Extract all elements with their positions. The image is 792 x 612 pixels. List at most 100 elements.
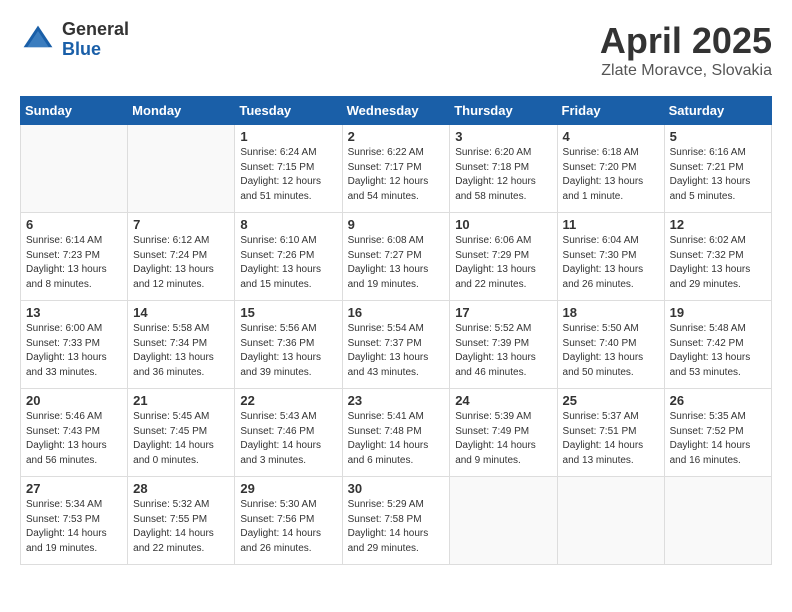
calendar-table: SundayMondayTuesdayWednesdayThursdayFrid… bbox=[20, 96, 772, 565]
day-info: Sunrise: 5:48 AM Sunset: 7:42 PM Dayligh… bbox=[670, 322, 766, 380]
calendar-cell: 6Sunrise: 6:14 AM Sunset: 7:23 PM Daylig… bbox=[21, 213, 128, 301]
calendar-cell: 22 Sunrise: 5:43 AM Sunset: 7:46 PM Dayli… bbox=[235, 389, 342, 477]
calendar-cell: 28Sunrise: 5:32 AM Sunset: 7:55 PM Dayli… bbox=[128, 477, 235, 565]
day-number: 17 bbox=[455, 305, 551, 320]
page-header: General Blue April 2025 Zlate Moravce, S… bbox=[20, 20, 772, 80]
day-info: Sunrise: 5:58 AM Sunset: 7:34 PM Dayligh… bbox=[133, 322, 229, 380]
weekday-header-sunday: Sunday bbox=[21, 97, 128, 125]
day-info: Sunrise: 5:37 AM Sunset: 7:51 PM Dayligh… bbox=[563, 410, 659, 468]
day-number: 12 bbox=[670, 217, 766, 232]
day-info: Sunrise: 5:46 AM Sunset: 7:43 PM Dayligh… bbox=[26, 410, 122, 468]
day-info: Sunrise: 5:52 AM Sunset: 7:39 PM Dayligh… bbox=[455, 322, 551, 380]
calendar-cell: 5Sunrise: 6:16 AM Sunset: 7:21 PM Daylig… bbox=[664, 125, 771, 213]
day-number: 7 bbox=[133, 217, 229, 232]
day-number: 3 bbox=[455, 129, 551, 144]
calendar-cell bbox=[450, 477, 557, 565]
day-number: 26 bbox=[670, 393, 766, 408]
day-number: 11 bbox=[563, 217, 659, 232]
weekday-header-thursday: Thursday bbox=[450, 97, 557, 125]
calendar-cell: 4Sunrise: 6:18 AM Sunset: 7:20 PM Daylig… bbox=[557, 125, 664, 213]
calendar-cell: 15Sunrise: 5:56 AM Sunset: 7:36 PM Dayli… bbox=[235, 301, 342, 389]
day-number: 14 bbox=[133, 305, 229, 320]
weekday-header-monday: Monday bbox=[128, 97, 235, 125]
calendar-cell: 27Sunrise: 5:34 AM Sunset: 7:53 PM Dayli… bbox=[21, 477, 128, 565]
calendar-cell: 16 Sunrise: 5:54 AM Sunset: 7:37 PM Dayli… bbox=[342, 301, 450, 389]
day-info: Sunrise: 5:39 AM Sunset: 7:49 PM Dayligh… bbox=[455, 410, 551, 468]
logo-blue-label: Blue bbox=[62, 40, 129, 60]
day-number: 23 bbox=[348, 393, 445, 408]
day-number: 25 bbox=[563, 393, 659, 408]
title-block: April 2025 Zlate Moravce, Slovakia bbox=[600, 20, 772, 80]
calendar-cell: 10 Sunrise: 6:06 AM Sunset: 7:29 PM Dayli… bbox=[450, 213, 557, 301]
day-number: 16 bbox=[348, 305, 445, 320]
calendar-cell: 20 Sunrise: 5:46 AM Sunset: 7:43 PM Dayli… bbox=[21, 389, 128, 477]
calendar-cell: 13 Sunrise: 6:00 AM Sunset: 7:33 PM Dayli… bbox=[21, 301, 128, 389]
day-info: Sunrise: 6:06 AM Sunset: 7:29 PM Dayligh… bbox=[455, 234, 551, 292]
calendar-title: April 2025 bbox=[600, 20, 772, 62]
calendar-cell bbox=[21, 125, 128, 213]
calendar-week-row: 13 Sunrise: 6:00 AM Sunset: 7:33 PM Dayli… bbox=[21, 301, 772, 389]
day-info: Sunrise: 6:00 AM Sunset: 7:33 PM Dayligh… bbox=[26, 322, 122, 380]
calendar-week-row: 6Sunrise: 6:14 AM Sunset: 7:23 PM Daylig… bbox=[21, 213, 772, 301]
day-info: Sunrise: 6:20 AM Sunset: 7:18 PM Dayligh… bbox=[455, 146, 551, 204]
logo: General Blue bbox=[20, 20, 129, 60]
calendar-cell: 11 Sunrise: 6:04 AM Sunset: 7:30 PM Dayli… bbox=[557, 213, 664, 301]
day-info: Sunrise: 6:04 AM Sunset: 7:30 PM Dayligh… bbox=[563, 234, 659, 292]
day-number: 10 bbox=[455, 217, 551, 232]
calendar-cell: 8 Sunrise: 6:10 AM Sunset: 7:26 PM Daylig… bbox=[235, 213, 342, 301]
day-number: 19 bbox=[670, 305, 766, 320]
day-number: 29 bbox=[240, 481, 336, 496]
day-info: Sunrise: 6:24 AM Sunset: 7:15 PM Dayligh… bbox=[240, 146, 336, 204]
day-info: Sunrise: 6:12 AM Sunset: 7:24 PM Dayligh… bbox=[133, 234, 229, 292]
day-info: Sunrise: 6:18 AM Sunset: 7:20 PM Dayligh… bbox=[563, 146, 659, 204]
day-number: 21 bbox=[133, 393, 229, 408]
weekday-header-friday: Friday bbox=[557, 97, 664, 125]
calendar-cell: 3 Sunrise: 6:20 AM Sunset: 7:18 PM Daylig… bbox=[450, 125, 557, 213]
day-info: Sunrise: 5:32 AM Sunset: 7:55 PM Dayligh… bbox=[133, 498, 229, 556]
day-info: Sunrise: 5:41 AM Sunset: 7:48 PM Dayligh… bbox=[348, 410, 445, 468]
day-number: 18 bbox=[563, 305, 659, 320]
calendar-cell: 7 Sunrise: 6:12 AM Sunset: 7:24 PM Daylig… bbox=[128, 213, 235, 301]
day-info: Sunrise: 5:45 AM Sunset: 7:45 PM Dayligh… bbox=[133, 410, 229, 468]
calendar-cell: 25 Sunrise: 5:37 AM Sunset: 7:51 PM Dayli… bbox=[557, 389, 664, 477]
logo-text: General Blue bbox=[62, 20, 129, 60]
calendar-cell: 17 Sunrise: 5:52 AM Sunset: 7:39 PM Dayli… bbox=[450, 301, 557, 389]
calendar-cell bbox=[128, 125, 235, 213]
day-info: Sunrise: 5:34 AM Sunset: 7:53 PM Dayligh… bbox=[26, 498, 122, 556]
day-info: Sunrise: 6:16 AM Sunset: 7:21 PM Dayligh… bbox=[670, 146, 766, 204]
day-info: Sunrise: 6:08 AM Sunset: 7:27 PM Dayligh… bbox=[348, 234, 445, 292]
calendar-cell: 19 Sunrise: 5:48 AM Sunset: 7:42 PM Dayli… bbox=[664, 301, 771, 389]
calendar-cell: 30Sunrise: 5:29 AM Sunset: 7:58 PM Dayli… bbox=[342, 477, 450, 565]
day-number: 1 bbox=[240, 129, 336, 144]
day-number: 15 bbox=[240, 305, 336, 320]
calendar-cell: 12Sunrise: 6:02 AM Sunset: 7:32 PM Dayli… bbox=[664, 213, 771, 301]
calendar-week-row: 1 Sunrise: 6:24 AM Sunset: 7:15 PM Daylig… bbox=[21, 125, 772, 213]
calendar-cell bbox=[557, 477, 664, 565]
calendar-cell: 1 Sunrise: 6:24 AM Sunset: 7:15 PM Daylig… bbox=[235, 125, 342, 213]
day-info: Sunrise: 5:30 AM Sunset: 7:56 PM Dayligh… bbox=[240, 498, 336, 556]
day-number: 9 bbox=[348, 217, 445, 232]
day-number: 8 bbox=[240, 217, 336, 232]
weekday-header-saturday: Saturday bbox=[664, 97, 771, 125]
calendar-cell: 9 Sunrise: 6:08 AM Sunset: 7:27 PM Daylig… bbox=[342, 213, 450, 301]
calendar-cell: 23 Sunrise: 5:41 AM Sunset: 7:48 PM Dayli… bbox=[342, 389, 450, 477]
day-info: Sunrise: 5:35 AM Sunset: 7:52 PM Dayligh… bbox=[670, 410, 766, 468]
day-number: 6 bbox=[26, 217, 122, 232]
day-number: 20 bbox=[26, 393, 122, 408]
day-info: Sunrise: 5:54 AM Sunset: 7:37 PM Dayligh… bbox=[348, 322, 445, 380]
day-info: Sunrise: 5:50 AM Sunset: 7:40 PM Dayligh… bbox=[563, 322, 659, 380]
calendar-cell: 18 Sunrise: 5:50 AM Sunset: 7:40 PM Dayli… bbox=[557, 301, 664, 389]
calendar-cell: 29 Sunrise: 5:30 AM Sunset: 7:56 PM Dayli… bbox=[235, 477, 342, 565]
day-info: Sunrise: 6:10 AM Sunset: 7:26 PM Dayligh… bbox=[240, 234, 336, 292]
day-info: Sunrise: 5:29 AM Sunset: 7:58 PM Dayligh… bbox=[348, 498, 445, 556]
calendar-cell bbox=[664, 477, 771, 565]
logo-general-label: General bbox=[62, 20, 129, 40]
logo-icon bbox=[20, 22, 56, 58]
weekday-header-row: SundayMondayTuesdayWednesdayThursdayFrid… bbox=[21, 97, 772, 125]
calendar-cell: 26 Sunrise: 5:35 AM Sunset: 7:52 PM Dayli… bbox=[664, 389, 771, 477]
day-info: Sunrise: 5:43 AM Sunset: 7:46 PM Dayligh… bbox=[240, 410, 336, 468]
day-number: 13 bbox=[26, 305, 122, 320]
day-number: 22 bbox=[240, 393, 336, 408]
calendar-cell: 21 Sunrise: 5:45 AM Sunset: 7:45 PM Dayli… bbox=[128, 389, 235, 477]
weekday-header-tuesday: Tuesday bbox=[235, 97, 342, 125]
